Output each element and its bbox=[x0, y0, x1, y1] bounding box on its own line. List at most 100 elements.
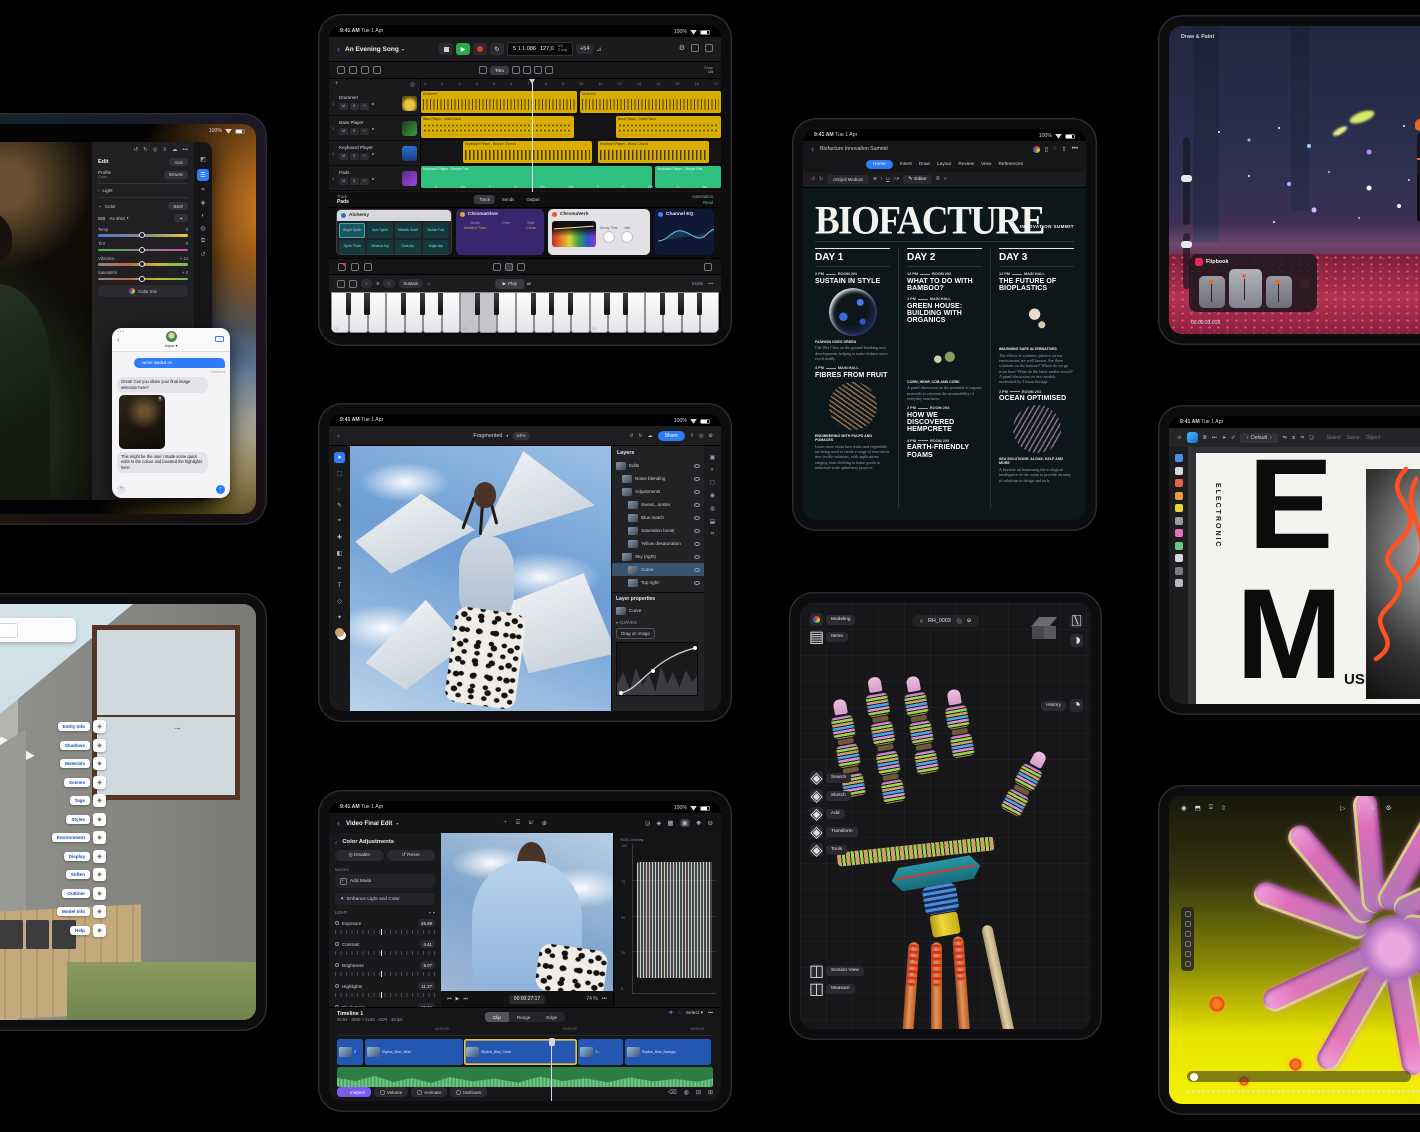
cloud-icon[interactable]: ☁ bbox=[172, 147, 177, 153]
midi-region[interactable]: Keyboard Player - Bronze Chords bbox=[463, 141, 592, 163]
alchemy-preset-pad[interactable]: Dark Arp bbox=[395, 240, 421, 255]
scale-button[interactable]: Scale bbox=[692, 281, 704, 286]
sustain-button[interactable]: Sustain bbox=[399, 279, 424, 288]
wb-value[interactable]: As shot bbox=[109, 216, 124, 221]
share-icon[interactable]: ⇧ bbox=[162, 147, 167, 153]
masking-icon[interactable]: ◐ bbox=[201, 213, 205, 219]
piano-key[interactable] bbox=[423, 292, 441, 333]
velocity-tool-icon[interactable] bbox=[545, 66, 553, 74]
zoom-tool-icon[interactable] bbox=[1175, 579, 1183, 587]
visibility-eye-icon[interactable] bbox=[694, 568, 700, 572]
canvas[interactable] bbox=[350, 446, 611, 711]
record-enable-button[interactable]: R bbox=[360, 178, 369, 185]
sent-message[interactable]: …we've landed on bbox=[134, 358, 225, 368]
light-section-label[interactable]: LIGHT bbox=[335, 910, 347, 915]
alchemy-preset-pad[interactable]: Metallic Swell bbox=[395, 223, 421, 238]
avatar[interactable] bbox=[166, 331, 177, 342]
play-button[interactable]: ▶ bbox=[456, 43, 470, 55]
slider-track[interactable] bbox=[335, 951, 435, 955]
stop-icon[interactable]: ◻ bbox=[1355, 805, 1360, 812]
tool-button[interactable]: ◈Add bbox=[810, 807, 858, 820]
preset-selector[interactable]: ‹ Default › bbox=[1240, 433, 1277, 443]
piano-key[interactable] bbox=[479, 292, 497, 333]
share-button[interactable]: Share bbox=[658, 431, 685, 441]
alchemy-preset-pad[interactable]: Minimal Arp bbox=[367, 240, 393, 255]
region-tool-icon[interactable] bbox=[1185, 961, 1191, 967]
solo-button[interactable]: S bbox=[350, 128, 359, 135]
piano-key[interactable] bbox=[571, 292, 589, 333]
font-color-icon[interactable]: A▾ bbox=[894, 177, 900, 182]
mic-icon[interactable]: ⍦ bbox=[529, 819, 533, 827]
font-selector[interactable]: Antipol Medium bbox=[827, 175, 869, 184]
snap-setting[interactable]: Snap1/4 bbox=[704, 66, 713, 74]
more-icon[interactable]: ••• bbox=[1072, 146, 1078, 152]
overwrite-icon[interactable]: ⊞ bbox=[708, 1089, 713, 1096]
decay-time-knob[interactable] bbox=[603, 231, 615, 243]
document-title[interactable]: Biofacture Innovation Summit bbox=[820, 146, 888, 152]
keyboard-view-icon[interactable] bbox=[505, 263, 513, 271]
pencil-tool-icon[interactable] bbox=[373, 66, 381, 74]
eye-panel-icon[interactable]: ◍ bbox=[710, 505, 715, 512]
export-icon[interactable]: ⇧ bbox=[690, 433, 694, 439]
piano-key[interactable] bbox=[553, 292, 571, 333]
add-attachment-button[interactable]: + bbox=[117, 485, 126, 494]
alchemy-preset-pad[interactable]: Epic Synth bbox=[367, 223, 393, 238]
poster-artboard[interactable]: ELECTRONIC E M USIC AW SC bbox=[1196, 453, 1420, 704]
trash-icon[interactable]: ⌫ bbox=[668, 1089, 676, 1096]
crop-panel-icon[interactable]: ⌗ bbox=[711, 531, 714, 538]
eyedropper-icon[interactable]: ✦ bbox=[174, 214, 188, 222]
octave-down-button[interactable]: ‹ bbox=[361, 279, 372, 288]
layer-row[interactable]: Saturation boost bbox=[612, 524, 704, 537]
piano-key[interactable] bbox=[645, 292, 663, 333]
search-icon[interactable]: ◌ bbox=[1053, 146, 1057, 152]
power-icon[interactable] bbox=[658, 212, 663, 217]
record-enable-button[interactable]: R bbox=[360, 103, 369, 110]
track-header[interactable]: 1 Drummer M S R bbox=[329, 91, 420, 116]
audio-track[interactable] bbox=[337, 1067, 713, 1087]
effects-icon[interactable]: ❖ bbox=[696, 819, 702, 827]
piano-key[interactable] bbox=[497, 292, 515, 333]
tool-button[interactable]: ◈Sketch bbox=[810, 789, 858, 802]
layer-row[interactable]: Noise blending bbox=[612, 472, 704, 485]
clone-tool-icon[interactable]: ⌖ bbox=[334, 516, 345, 527]
color-section[interactable]: ⌄ColorB&W bbox=[98, 202, 188, 210]
layer-row[interactable]: Sky (right) bbox=[612, 550, 704, 563]
midi-region[interactable]: Drummer bbox=[580, 91, 721, 113]
piano-key[interactable] bbox=[682, 292, 700, 333]
solo-button[interactable]: S bbox=[350, 103, 359, 110]
mute-button[interactable]: M bbox=[339, 103, 348, 110]
layer-row[interactable]: Edits bbox=[612, 459, 704, 472]
undo-icon[interactable]: ↺ bbox=[629, 433, 633, 439]
contact-name[interactable]: Joyce ▾ bbox=[165, 343, 178, 348]
editors-view-icon[interactable] bbox=[349, 66, 357, 74]
ribbon-tab[interactable]: Insert bbox=[900, 162, 912, 167]
join-tool-icon[interactable] bbox=[534, 66, 542, 74]
audition-icon[interactable]: ◍ bbox=[684, 1089, 689, 1096]
tool-button[interactable]: ◫Measure bbox=[810, 982, 864, 995]
versions-icon[interactable]: ⧉ bbox=[201, 238, 205, 245]
layer-row[interactable]: Curve bbox=[612, 563, 704, 576]
enhance-button[interactable]: ✦ Enhance Light and Color bbox=[335, 893, 435, 905]
split-tool-icon[interactable] bbox=[523, 66, 531, 74]
timeline-tool-button[interactable]: Volume bbox=[374, 1087, 408, 1097]
browse-button[interactable]: Browse bbox=[164, 171, 188, 179]
more-icon[interactable]: ••• bbox=[1212, 435, 1217, 441]
tracks-view-icon[interactable] bbox=[337, 66, 345, 74]
plugin-channel-eq[interactable]: Channel EQ bbox=[654, 209, 714, 255]
power-icon[interactable] bbox=[552, 212, 557, 217]
adjustment-slider[interactable]: Contrast4.41 bbox=[335, 940, 435, 955]
edit-slider[interactable]: Saturation+ 2 bbox=[98, 270, 188, 280]
plugin-alchemy[interactable]: Alchemy Bright SynthEpic SynthMetallic S… bbox=[336, 209, 452, 255]
slider-value[interactable]: 45.59 bbox=[418, 919, 435, 927]
slider-track[interactable] bbox=[335, 930, 435, 934]
amp-icon[interactable] bbox=[338, 263, 346, 271]
edit-slider[interactable]: Vibrance+ 14 bbox=[98, 256, 188, 266]
comments-panel-icon[interactable]: ◻ bbox=[710, 479, 715, 486]
alchemy-preset-pad[interactable]: Bright Synth bbox=[339, 223, 365, 238]
redo-icon[interactable]: ↻ bbox=[819, 177, 823, 182]
slider-value[interactable]: 9.07 bbox=[420, 961, 435, 969]
adjustment-slider[interactable]: Highlights11.27 bbox=[335, 982, 435, 997]
track-header[interactable]: 4 Pads M S R bbox=[329, 166, 420, 191]
plugin-chromaglow[interactable]: ChromaGlow ModelModern Tube Drive StyleC… bbox=[456, 209, 544, 255]
chevron-down-icon[interactable]: ▾ bbox=[396, 821, 398, 826]
